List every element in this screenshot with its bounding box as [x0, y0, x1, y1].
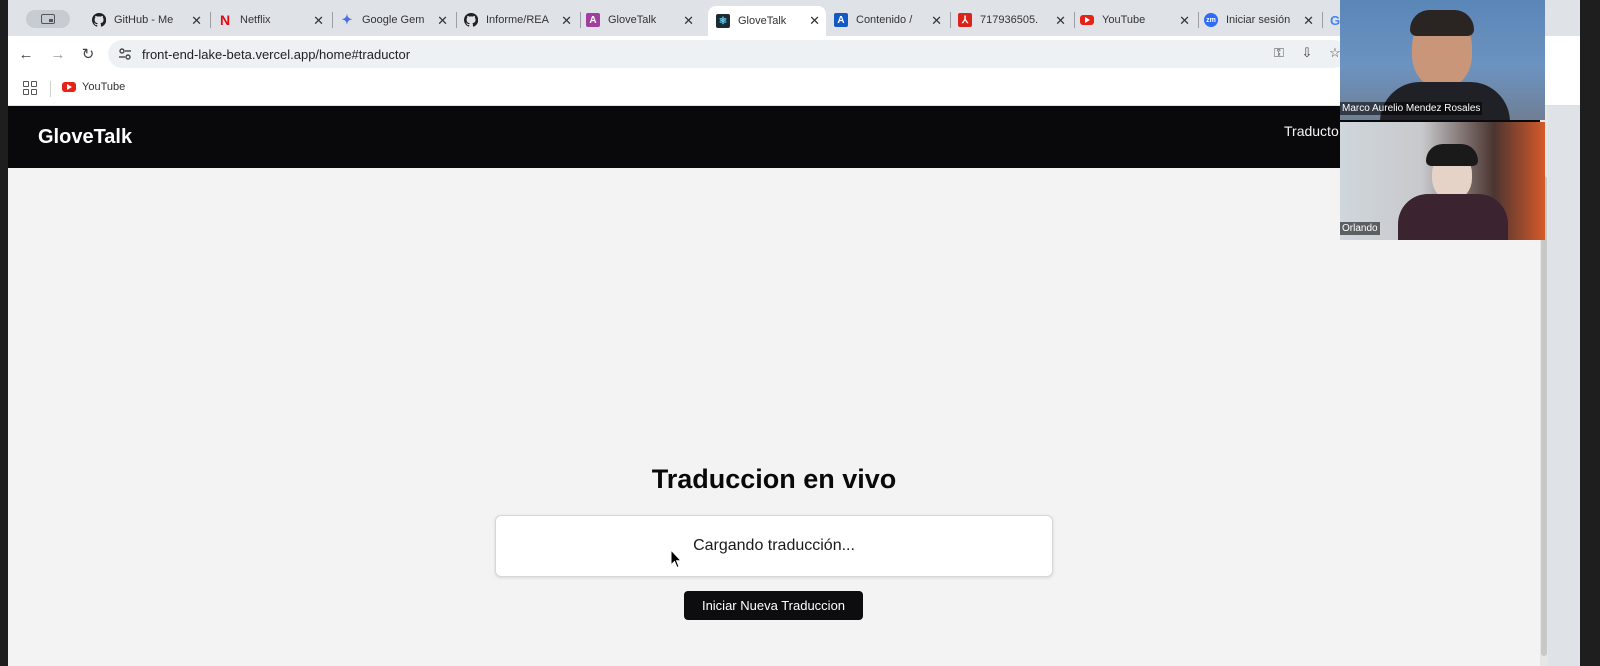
participant-hair	[1410, 10, 1474, 36]
video-tile-orlando[interactable]: Orlando	[1340, 122, 1545, 240]
participant-name: Orlando	[1340, 222, 1380, 235]
tab-overview-icon	[41, 14, 55, 24]
react-icon: ⚛	[716, 14, 730, 28]
glovetalk-page: GloveTalk Traducto Traduccion en vivo Ca…	[8, 106, 1540, 666]
participant-body	[1398, 194, 1508, 240]
url-text: front-end-lake-beta.vercel.app/home#trad…	[142, 47, 411, 62]
angular-icon: A	[586, 13, 600, 27]
tab-divider	[456, 12, 457, 28]
tab-pdf[interactable]: ⅄ 717936505. ✕	[958, 6, 1075, 34]
bookmarks-divider	[50, 81, 51, 97]
tab-contenido[interactable]: A Contenido / ✕	[834, 6, 951, 34]
tab-title: YouTube	[1102, 14, 1146, 26]
install-icon[interactable]: ⇩	[1298, 44, 1316, 62]
back-icon[interactable]: ←	[16, 44, 36, 64]
bookmark-label: YouTube	[82, 81, 126, 93]
tab-title: Informe/REA	[486, 14, 549, 26]
tab-netflix[interactable]: N Netflix ✕	[218, 6, 333, 34]
mouse-cursor-icon	[670, 549, 682, 569]
tab-title: Contenido /	[856, 14, 913, 26]
tab-title: GitHub - Me	[114, 14, 174, 26]
tab-title: Google Gem	[362, 14, 425, 26]
close-icon[interactable]: ✕	[1179, 13, 1190, 29]
pdf-icon: ⅄	[958, 13, 972, 27]
tab-glovetalk-angular[interactable]: A GloveTalk ✕	[586, 6, 700, 34]
tab-title: GloveTalk	[608, 14, 657, 26]
close-icon[interactable]: ✕	[931, 13, 942, 29]
close-icon[interactable]: ✕	[437, 13, 448, 29]
zoom-icon: zm	[1204, 13, 1218, 27]
forward-icon[interactable]: →	[48, 44, 68, 64]
close-icon[interactable]: ✕	[809, 13, 820, 29]
github-icon	[92, 13, 106, 27]
headset-icon	[1426, 144, 1478, 166]
github-icon	[464, 13, 478, 27]
youtube-icon	[62, 82, 76, 92]
video-tile-marco[interactable]: Marco Aurelio Mendez Rosales	[1340, 0, 1545, 120]
bookmark-youtube[interactable]: YouTube	[62, 81, 125, 93]
nav-link-traductor[interactable]: Traducto	[1284, 123, 1339, 139]
tab-glovetalk-active[interactable]: ⚛ GloveTalk ✕	[708, 6, 826, 36]
close-icon[interactable]: ✕	[1303, 13, 1314, 29]
app-icon: A	[834, 13, 848, 27]
tab-youtube[interactable]: YouTube ✕	[1080, 6, 1199, 34]
tab-informe[interactable]: Informe/REA ✕	[464, 6, 581, 34]
site-settings-icon[interactable]	[118, 47, 132, 61]
close-icon[interactable]: ✕	[561, 13, 572, 29]
gemini-icon: ✦	[341, 12, 353, 27]
tab-divider	[580, 12, 581, 28]
tab-divider	[950, 12, 951, 28]
tab-title: 717936505.	[980, 14, 1039, 26]
close-icon[interactable]: ✕	[191, 13, 202, 29]
close-icon[interactable]: ✕	[1055, 13, 1066, 29]
omnibox-actions: ⚿ ⇩ ☆	[1270, 44, 1344, 62]
close-icon[interactable]: ✕	[683, 13, 694, 29]
tab-divider	[332, 12, 333, 28]
tab-search-button[interactable]	[26, 10, 70, 28]
tab-divider	[1074, 12, 1075, 28]
tab-title: Iniciar sesión	[1226, 14, 1291, 26]
tab-gemini[interactable]: ✦ Google Gem ✕	[340, 6, 457, 34]
netflix-icon: N	[219, 12, 231, 28]
address-bar[interactable]: front-end-lake-beta.vercel.app/home#trad…	[108, 40, 1348, 68]
tab-github[interactable]: GitHub - Me ✕	[92, 6, 211, 34]
tab-divider	[210, 12, 211, 28]
start-new-translation-button[interactable]: Iniciar Nueva Traduccion	[684, 591, 863, 620]
participant-name: Marco Aurelio Mendez Rosales	[1340, 102, 1483, 115]
key-icon[interactable]: ⚿	[1270, 44, 1288, 62]
page-title: Traduccion en vivo	[651, 464, 897, 494]
reload-icon[interactable]: ↻	[78, 44, 98, 64]
youtube-icon	[1080, 13, 1094, 27]
apps-grid-icon[interactable]	[23, 81, 37, 95]
app-header: GloveTalk Traducto	[8, 106, 1540, 168]
brand-logo[interactable]: GloveTalk	[38, 126, 132, 149]
translation-output: Cargando traducción...	[495, 515, 1053, 577]
tab-divider	[1322, 12, 1323, 28]
close-icon[interactable]: ✕	[313, 13, 324, 29]
scrollbar-thumb[interactable]	[1541, 176, 1547, 656]
tab-title: GloveTalk	[738, 15, 787, 27]
translation-status-text: Cargando traducción...	[693, 537, 855, 554]
tab-divider	[1198, 12, 1199, 28]
tab-zoom-login[interactable]: zm Iniciar sesión ✕	[1204, 6, 1323, 34]
tab-title: Netflix	[240, 14, 271, 26]
